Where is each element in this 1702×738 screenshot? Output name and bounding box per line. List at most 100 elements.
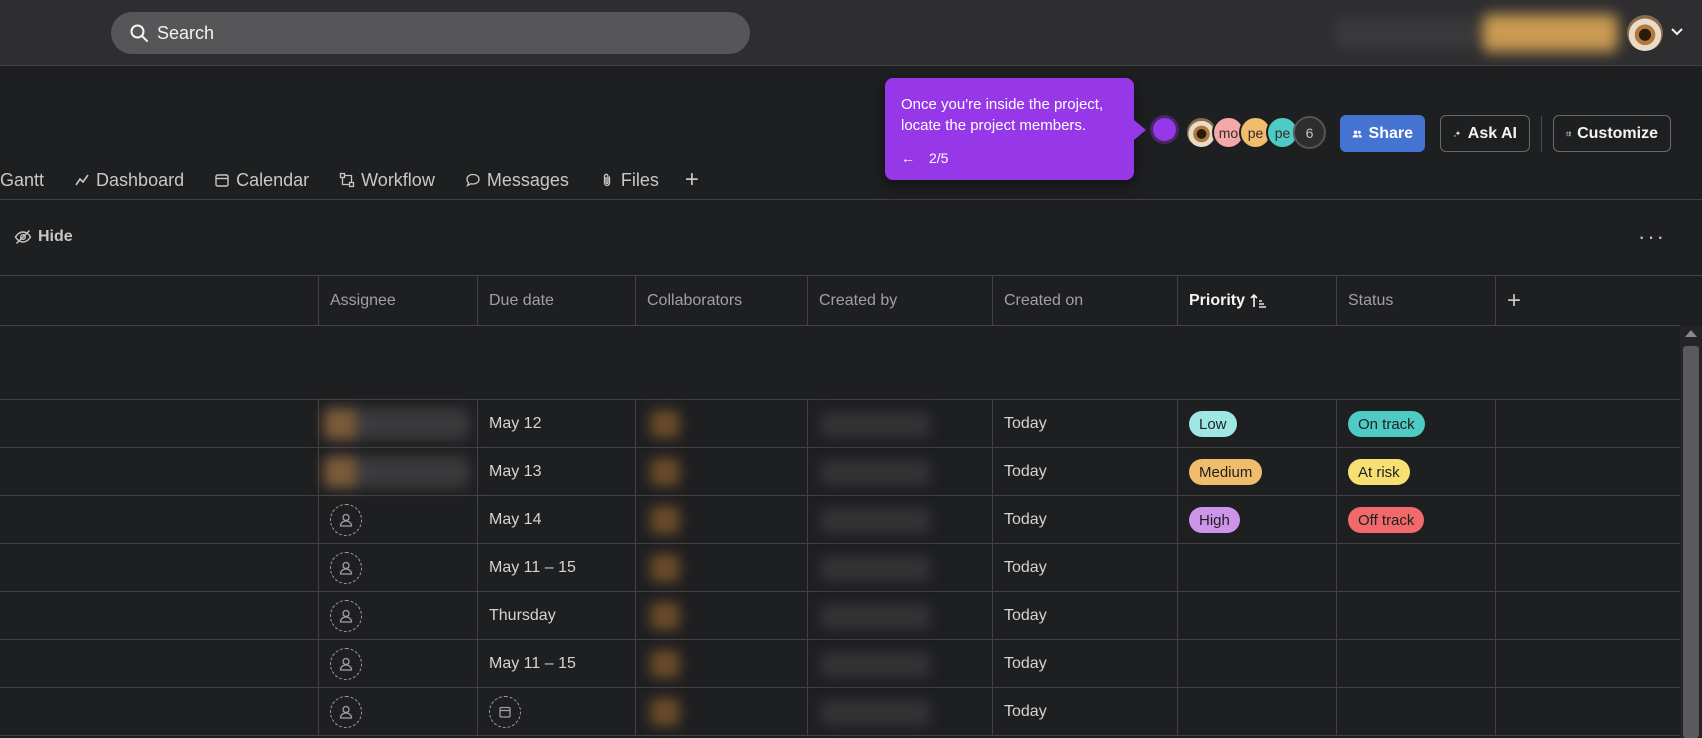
assign-user-icon[interactable] <box>330 648 362 680</box>
assignee-cell[interactable] <box>318 448 477 496</box>
priority-cell[interactable] <box>1177 688 1336 736</box>
collaborators-cell[interactable] <box>635 688 807 736</box>
column-header-created-by[interactable]: Created by <box>807 276 992 326</box>
search-icon <box>130 24 148 42</box>
empty-cell <box>1495 640 1680 688</box>
column-header-priority[interactable]: Priority <box>1177 276 1336 326</box>
status-cell[interactable]: At risk <box>1336 448 1495 496</box>
search-bar[interactable]: Search <box>111 12 750 54</box>
share-button[interactable]: Share <box>1340 115 1425 152</box>
sparkle-icon <box>1453 130 1461 137</box>
grid-icon <box>1566 131 1571 136</box>
priority-badge[interactable]: Low <box>1189 411 1237 437</box>
created-on-text: Today <box>1004 559 1047 576</box>
empty-cell <box>1495 688 1680 736</box>
priority-cell[interactable] <box>1177 640 1336 688</box>
assignee-cell[interactable] <box>318 592 477 640</box>
tab-calendar[interactable]: Calendar <box>214 170 309 191</box>
column-header-due-date[interactable]: Due date <box>477 276 635 326</box>
tab-workflow[interactable]: Workflow <box>339 170 435 191</box>
assignee-cell[interactable] <box>318 400 477 448</box>
status-cell[interactable] <box>1336 544 1495 592</box>
collaborators-cell[interactable] <box>635 544 807 592</box>
priority-badge[interactable]: High <box>1189 507 1240 533</box>
tab-messages[interactable]: Messages <box>465 170 569 191</box>
column-header-status[interactable]: Status <box>1336 276 1495 326</box>
due-date-cell[interactable]: May 14 <box>477 496 635 544</box>
status-badge[interactable]: At risk <box>1348 459 1410 485</box>
assignee-cell[interactable] <box>318 496 477 544</box>
due-date-cell[interactable]: May 13 <box>477 448 635 496</box>
priority-cell[interactable]: High <box>1177 496 1336 544</box>
status-cell[interactable] <box>1336 640 1495 688</box>
due-date-cell[interactable]: May 12 <box>477 400 635 448</box>
due-date-cell[interactable]: May 11 – 15 <box>477 640 635 688</box>
column-header-created-on[interactable]: Created on <box>992 276 1177 326</box>
due-date-cell[interactable]: May 11 – 15 <box>477 544 635 592</box>
priority-cell[interactable] <box>1177 592 1336 640</box>
table-row[interactable]: May 13 Today Medium At risk <box>0 448 1680 496</box>
assign-user-icon[interactable] <box>330 552 362 584</box>
blurred-text <box>1335 18 1475 48</box>
priority-cell[interactable]: Medium <box>1177 448 1336 496</box>
assign-user-icon[interactable] <box>330 504 362 536</box>
search-placeholder: Search <box>157 22 215 43</box>
member-count[interactable]: 6 <box>1293 116 1326 149</box>
tab-dashboard[interactable]: Dashboard <box>74 170 184 191</box>
collaborators-cell[interactable] <box>635 400 807 448</box>
created-by-cell <box>807 496 992 544</box>
status-cell[interactable]: On track <box>1336 400 1495 448</box>
due-date-cell[interactable] <box>477 688 635 736</box>
assignee-cell[interactable] <box>318 640 477 688</box>
empty-cell <box>1495 544 1680 592</box>
scroll-up-arrow[interactable] <box>1685 330 1697 337</box>
table-row[interactable]: Today <box>0 688 1680 736</box>
assign-user-icon[interactable] <box>330 600 362 632</box>
add-tab-button[interactable]: + <box>685 166 699 194</box>
assignee-cell[interactable] <box>318 544 477 592</box>
table-row[interactable]: Thursday Today <box>0 592 1680 640</box>
more-options-icon[interactable]: ··· <box>1638 224 1666 250</box>
tab-files[interactable]: Files <box>599 170 659 191</box>
sort-ascending-icon[interactable] <box>1250 293 1268 309</box>
table-row[interactable]: May 12 Today Low On track <box>0 400 1680 448</box>
created-on-cell: Today <box>992 496 1177 544</box>
scrollbar-thumb[interactable] <box>1683 346 1699 738</box>
ask-ai-label: Ask AI <box>1467 124 1517 142</box>
due-date-text: May 12 <box>489 415 542 432</box>
table-row[interactable]: May 11 – 15 Today <box>0 640 1680 688</box>
priority-cell[interactable] <box>1177 544 1336 592</box>
tab-gantt[interactable]: Gantt <box>0 170 44 191</box>
assignee-cell[interactable] <box>318 688 477 736</box>
created-on-cell: Today <box>992 400 1177 448</box>
ask-ai-button[interactable]: Ask AI <box>1440 115 1530 152</box>
chevron-down-icon[interactable] <box>1668 22 1686 40</box>
due-date-cell[interactable]: Thursday <box>477 592 635 640</box>
status-badge[interactable]: Off track <box>1348 507 1425 533</box>
calendar-icon[interactable] <box>489 696 521 728</box>
collaborators-cell[interactable] <box>635 496 807 544</box>
back-arrow-icon[interactable]: ← <box>901 150 915 166</box>
status-cell[interactable] <box>1336 592 1495 640</box>
priority-cell[interactable]: Low <box>1177 400 1336 448</box>
assign-user-icon[interactable] <box>330 696 362 728</box>
status-cell[interactable] <box>1336 688 1495 736</box>
collaborators-cell[interactable] <box>635 640 807 688</box>
status-badge[interactable]: On track <box>1348 411 1425 437</box>
table-row[interactable]: May 14 Today High Off track <box>0 496 1680 544</box>
blurred-button[interactable] <box>1482 14 1618 52</box>
hide-button[interactable]: Hide <box>14 228 73 246</box>
column-header-collaborators[interactable]: Collaborators <box>635 276 807 326</box>
collaborators-cell[interactable] <box>635 592 807 640</box>
user-avatar[interactable] <box>1627 15 1663 51</box>
add-column-button[interactable]: + <box>1495 276 1680 326</box>
status-cell[interactable]: Off track <box>1336 496 1495 544</box>
customize-button[interactable]: Customize <box>1553 115 1671 152</box>
share-label: Share <box>1368 124 1413 142</box>
tab-label: Files <box>620 169 659 190</box>
table-row[interactable]: May 11 – 15 Today <box>0 544 1680 592</box>
priority-badge[interactable]: Medium <box>1189 459 1263 485</box>
column-label: Assignee <box>330 292 396 309</box>
column-header-assignee[interactable]: Assignee <box>318 276 477 326</box>
collaborators-cell[interactable] <box>635 448 807 496</box>
